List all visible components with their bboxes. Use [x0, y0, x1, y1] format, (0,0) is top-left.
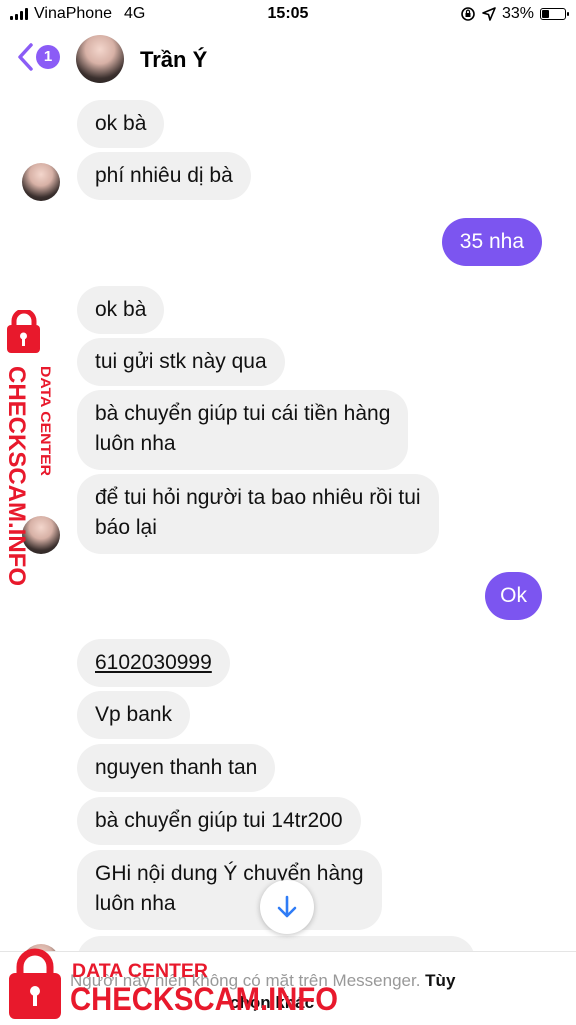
message-bubble[interactable]: ok bà	[77, 286, 165, 334]
chevron-left-icon	[18, 43, 33, 71]
message-bubble[interactable]: phí nhiêu dị bà	[77, 152, 251, 200]
watermark-bottom: DATA CENTER CHECKSCAM.INFO	[9, 948, 338, 1019]
battery-icon	[540, 8, 569, 20]
scroll-to-bottom-button[interactable]	[260, 880, 314, 934]
watermark-checkscam: CHECKSCAM.INFO	[5, 366, 30, 586]
contact-name[interactable]: Trần Ý	[140, 47, 207, 73]
message-bubble[interactable]: tui gửi stk này qua	[77, 338, 285, 386]
arrow-down-icon	[277, 895, 297, 918]
message-line: GHi nội dung Ý chuyển hàng	[95, 862, 364, 885]
message-bubble[interactable]: nguyen thanh tan	[77, 744, 276, 792]
message-line: để tui hỏi người ta bao nhiêu rồi tui	[95, 486, 421, 509]
watermark-data-center: DATA CENTER	[72, 961, 208, 982]
options-text: Tùy	[425, 971, 456, 990]
message-line: bà chuyển giúp tui cái tiền hàng	[95, 402, 391, 425]
message-bubble[interactable]: ok bà	[77, 100, 165, 148]
message-bubble[interactable]: Ok	[485, 572, 542, 620]
message-bubble[interactable]: bà chuyển giúp tui 14tr200	[77, 797, 361, 845]
location-arrow-icon	[482, 7, 496, 21]
message-bubble[interactable]: GHi nội dung Ý chuyển hàng luôn nha	[77, 850, 382, 930]
chat-header: 1 Trần Ý	[0, 30, 576, 90]
unread-count-badge: 1	[36, 45, 60, 69]
message-bubble[interactable]: Vp bank	[77, 691, 191, 739]
watermark-checkscam: CHECKSCAM.INFO	[70, 981, 338, 1017]
back-button[interactable]: 1	[16, 42, 60, 72]
message-bubble[interactable]: bà chuyển giúp tui cái tiền hàng luôn nh…	[77, 390, 409, 470]
lock-icon	[7, 310, 40, 353]
message-bubble[interactable]: 35 nha	[441, 218, 542, 266]
sender-avatar[interactable]	[22, 163, 60, 201]
watermark-data-center: DATA CENTER	[38, 366, 54, 476]
message-bubble[interactable]: 6102030999	[77, 639, 230, 687]
contact-avatar[interactable]	[76, 35, 124, 83]
account-number-link[interactable]: 6102030999	[95, 651, 212, 674]
lock-icon	[9, 948, 61, 1019]
message-bubble[interactable]: để tui hỏi người ta bao nhiêu rồi tui bá…	[77, 474, 439, 554]
battery-percent: 33%	[501, 5, 534, 22]
message-line: luôn nha	[95, 892, 176, 915]
message-line: luôn nha	[95, 432, 176, 455]
watermark-side: CHECKSCAM.INFO DATA CENTER	[5, 310, 54, 586]
status-bar: VinaPhone 4G 15:05 33%	[0, 0, 576, 30]
message-line: báo lại	[95, 516, 157, 539]
rotation-lock-icon	[461, 7, 475, 21]
